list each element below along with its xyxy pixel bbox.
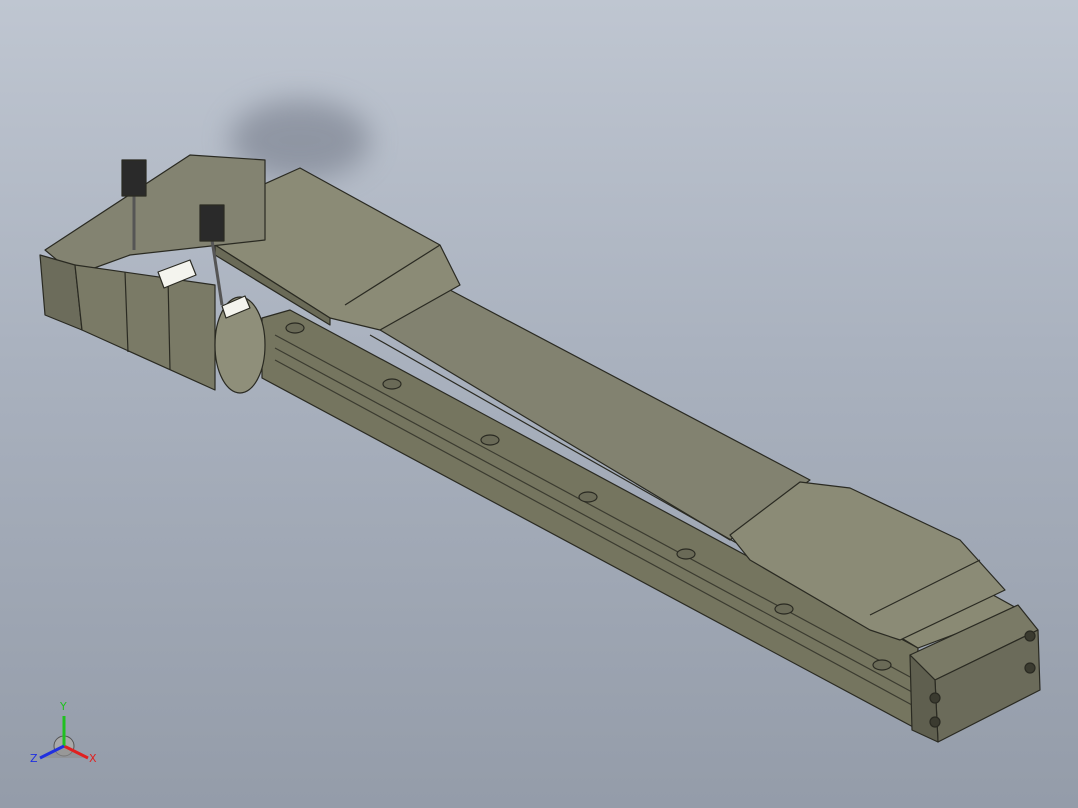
connector-1 bbox=[121, 159, 147, 197]
linear-actuator-model[interactable] bbox=[39, 154, 1041, 743]
y-axis-label: Y bbox=[59, 700, 67, 713]
motor-body bbox=[74, 264, 216, 391]
connector-2 bbox=[199, 204, 225, 242]
x-axis-label: X bbox=[89, 752, 97, 765]
axis-triad[interactable]: X Y Z bbox=[26, 694, 106, 774]
z-axis-label: Z bbox=[30, 752, 38, 765]
cad-model-viewport[interactable] bbox=[0, 0, 1078, 808]
